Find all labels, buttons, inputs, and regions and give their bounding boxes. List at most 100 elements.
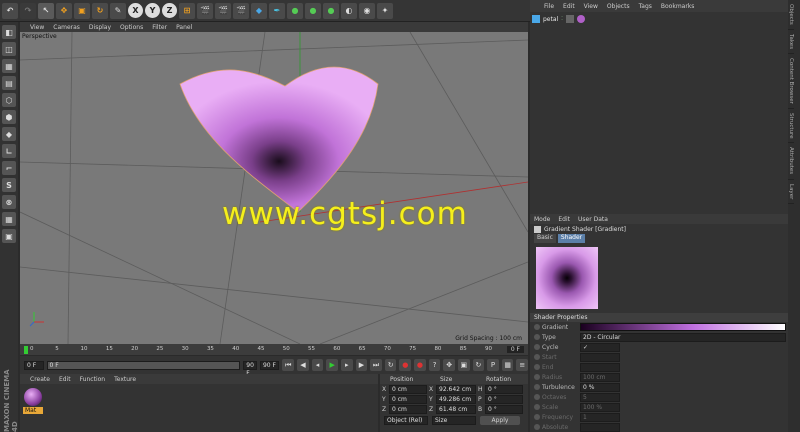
size-mode-select[interactable]: Size	[432, 416, 476, 425]
attr-mode-menu[interactable]: Mode	[534, 216, 550, 223]
loop-icon[interactable]: ↻	[384, 359, 397, 371]
viewport-menu-view[interactable]: View	[30, 24, 44, 31]
attr-value-field[interactable]: 0 %	[580, 382, 620, 392]
side-tab-structure[interactable]: Structure	[788, 109, 794, 144]
pen-icon[interactable]: ✒	[269, 2, 285, 19]
material-menu-create[interactable]: Create	[30, 376, 50, 383]
pla-key-icon[interactable]: ▦	[501, 359, 514, 371]
phong-tag-icon[interactable]	[565, 15, 574, 23]
animate-dot-icon[interactable]	[534, 324, 540, 330]
rotate-key-icon[interactable]: ↻	[472, 359, 485, 371]
keyframe-icon[interactable]: ?	[428, 359, 441, 371]
object-menu-edit[interactable]: Edit	[563, 3, 575, 10]
timeline-menu-icon[interactable]: ≡	[516, 359, 529, 371]
size-field[interactable]: 61.48 cm	[436, 404, 476, 414]
side-tab-layer[interactable]: Layer	[788, 180, 794, 204]
coordinate-mode-select[interactable]: Object (Rel)	[384, 416, 428, 425]
play-button[interactable]: ▶	[326, 359, 338, 371]
move-key-icon[interactable]: ✥	[443, 359, 455, 371]
size-field[interactable]: 92.642 cm	[436, 384, 476, 394]
live-select-icon[interactable]: ✎	[110, 2, 126, 19]
material-name[interactable]: Mat	[23, 407, 43, 414]
viewport-menu-cameras[interactable]: Cameras	[53, 24, 80, 31]
redo-icon[interactable]: ↷	[20, 2, 36, 19]
attr-value-field[interactable]	[580, 362, 620, 372]
axis-y-button[interactable]: Y	[145, 3, 160, 18]
attr-userdata-menu[interactable]: User Data	[578, 216, 608, 223]
tab-basic[interactable]: Basic	[534, 234, 556, 243]
workplane-icon[interactable]: ▤	[2, 76, 16, 90]
material-menu-texture[interactable]: Texture	[114, 376, 136, 383]
object-row-petal[interactable]: petal ⁚	[532, 14, 772, 24]
animate-dot-icon[interactable]	[534, 394, 540, 400]
polygons-mode-icon[interactable]: ◆	[2, 127, 16, 141]
attr-value-field[interactable]: 100 cm	[580, 372, 620, 382]
render-view-icon[interactable]: 🎬	[197, 2, 213, 19]
undo-icon[interactable]: ↶	[2, 2, 18, 19]
subdivision-icon[interactable]: ●	[287, 2, 303, 19]
animate-dot-icon[interactable]	[534, 354, 540, 360]
prev-key-icon[interactable]: ◀	[297, 359, 309, 371]
make-editable-icon[interactable]: ◧	[2, 25, 16, 39]
axis-z-button[interactable]: Z	[162, 3, 177, 18]
rotate-tool-icon[interactable]: ↻	[92, 2, 108, 19]
animate-dot-icon[interactable]	[534, 374, 540, 380]
attr-value-field[interactable]	[580, 352, 620, 362]
object-menu-file[interactable]: File	[544, 3, 554, 10]
animate-dot-icon[interactable]	[534, 424, 540, 430]
model-mode-icon[interactable]: ◫	[2, 42, 16, 56]
gradient-bar[interactable]	[580, 323, 786, 331]
viewport-menu-panel[interactable]: Panel	[176, 24, 192, 31]
position-field[interactable]: 0 cm	[389, 404, 427, 414]
material-tag-icon[interactable]	[576, 15, 585, 23]
animate-dot-icon[interactable]	[534, 384, 540, 390]
object-menu-view[interactable]: View	[584, 3, 598, 10]
attr-value-field[interactable]: 1	[580, 412, 620, 422]
select-tool-icon[interactable]: ↖	[38, 2, 54, 19]
material-swatch[interactable]	[24, 388, 42, 406]
edges-mode-icon[interactable]: ⬢	[2, 110, 16, 124]
material-menu-edit[interactable]: Edit	[59, 376, 71, 383]
attr-value-field[interactable]	[580, 422, 620, 432]
position-field[interactable]: 0 cm	[389, 394, 427, 404]
tab-shader[interactable]: Shader	[557, 234, 586, 243]
viewport-perspective[interactable]: Perspective Grid Spacing: 100 cm	[20, 32, 528, 344]
snap-icon[interactable]: S	[2, 178, 16, 192]
attr-value-field[interactable]: 100 %	[580, 402, 620, 412]
side-tab-takes[interactable]: Takes	[788, 30, 794, 54]
rotation-field[interactable]: 0 °	[485, 404, 523, 414]
attr-edit-menu[interactable]: Edit	[558, 216, 570, 223]
axis-x-button[interactable]: X	[128, 3, 143, 18]
tweak-mode-icon[interactable]: ⌐	[2, 161, 16, 175]
apply-button[interactable]: Apply	[480, 416, 520, 425]
object-menu-bookmarks[interactable]: Bookmarks	[661, 3, 695, 10]
layer-icon[interactable]: ▣	[2, 229, 16, 243]
deformer-icon[interactable]: ●	[323, 2, 339, 19]
cube-icon[interactable]: ◆	[251, 2, 267, 19]
object-menu-objects[interactable]: Objects	[607, 3, 630, 10]
attr-value-field[interactable]: 5	[580, 392, 620, 402]
scale-key-icon[interactable]: ▣	[457, 359, 470, 371]
points-mode-icon[interactable]: ⬡	[2, 93, 16, 107]
viewport-menu-filter[interactable]: Filter	[152, 24, 167, 31]
camera-icon[interactable]: ◉	[359, 2, 375, 19]
side-tab-objects[interactable]: Objects	[788, 0, 794, 30]
side-tab-attributes[interactable]: Attributes	[788, 143, 794, 180]
frame-range-slider[interactable]: 0 F	[46, 360, 241, 370]
size-field[interactable]: 49.286 cm	[436, 394, 476, 404]
animate-dot-icon[interactable]	[534, 414, 540, 420]
side-tab-content-browser[interactable]: Content Browser	[788, 54, 794, 109]
go-to-start-icon[interactable]: ⏮	[282, 359, 295, 371]
next-key-icon[interactable]: ▶	[355, 359, 368, 371]
grid-icon[interactable]: ▦	[2, 212, 16, 226]
max-frame-field[interactable]: 90 F	[243, 360, 257, 377]
coordinate-system-icon[interactable]: ⊞	[179, 2, 195, 19]
next-frame-icon[interactable]: ▸	[340, 359, 353, 371]
attr-value-field[interactable]: 2D - Circular	[580, 332, 786, 342]
position-field[interactable]: 0 cm	[389, 384, 427, 394]
workplane-lock-icon[interactable]: ⊗	[2, 195, 16, 209]
object-menu-tags[interactable]: Tags	[639, 3, 652, 10]
light-icon[interactable]: ✦	[377, 2, 393, 19]
record-icon[interactable]: ●	[399, 359, 412, 371]
animate-dot-icon[interactable]	[534, 344, 540, 350]
